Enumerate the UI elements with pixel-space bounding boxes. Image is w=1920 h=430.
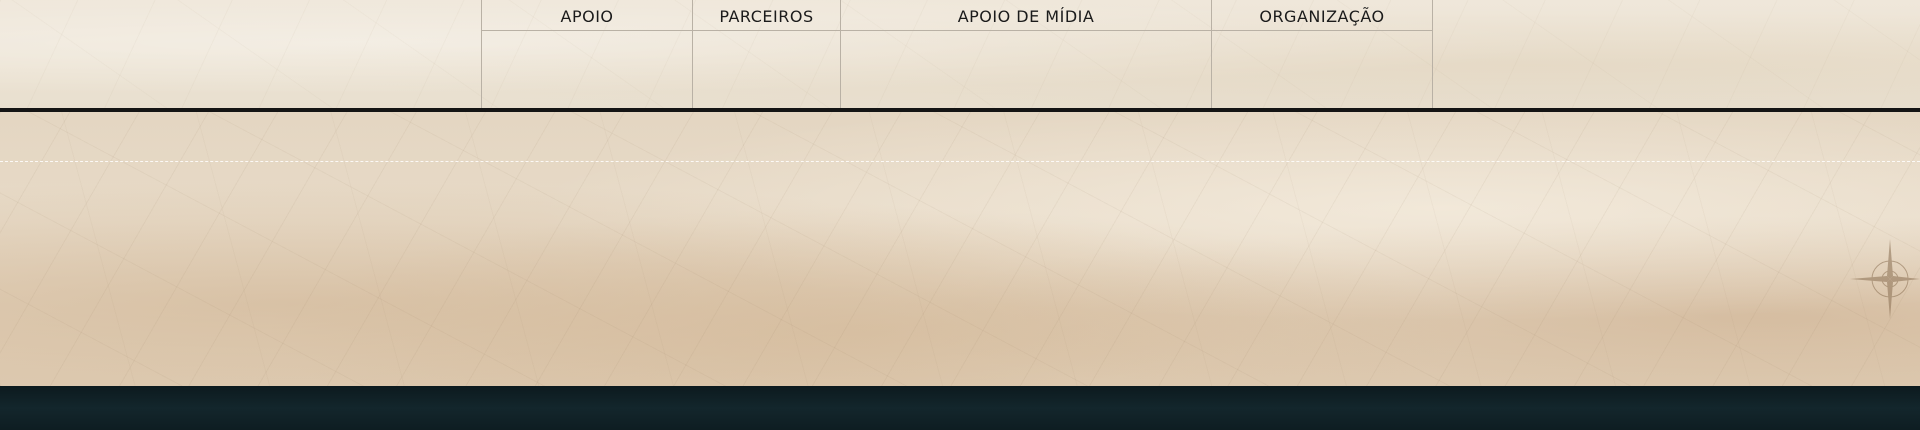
sponsor-column-logos [482,31,692,108]
sponsor-column-logos [1212,31,1432,108]
sponsor-column-apoio: APOIO [481,0,692,108]
sponsor-column-parceiros: PARCEIROS [692,0,840,108]
sponsor-column-header: PARCEIROS [693,0,840,31]
sponsor-strip: APOIO PARCEIROS APOIO DE MÍDIA ORGANIZAÇ… [0,0,1920,108]
sponsor-column-logos [693,31,840,108]
sponsor-column-logos [841,31,1211,108]
sponsor-column-header: APOIO [482,0,692,31]
parchment-map-background [0,112,1920,386]
sponsor-column-header: APOIO DE MÍDIA [841,0,1211,31]
compass-rose-icon [1850,239,1920,319]
sponsor-table: APOIO PARCEIROS APOIO DE MÍDIA ORGANIZAÇ… [481,0,1433,108]
sponsor-column-apoio-de-midia: APOIO DE MÍDIA [840,0,1211,108]
sponsor-column-organizacao: ORGANIZAÇÃO [1211,0,1433,108]
section-divider [0,108,1920,112]
dashed-separator [0,161,1920,162]
footer-bar [0,386,1920,430]
sponsor-column-header: ORGANIZAÇÃO [1212,0,1432,31]
